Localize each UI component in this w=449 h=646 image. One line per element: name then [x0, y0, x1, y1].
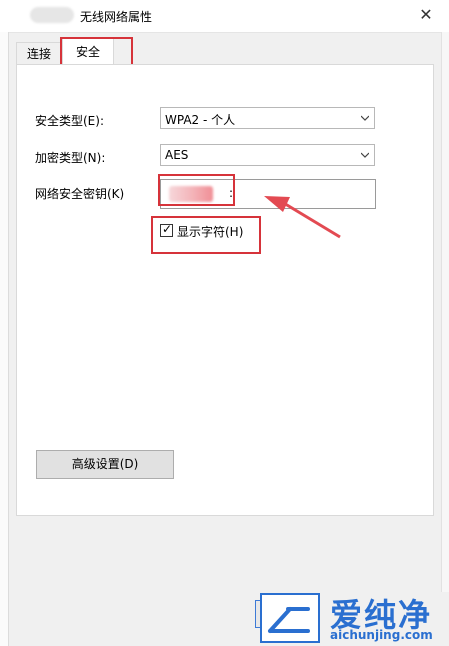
brand-logo [260, 593, 320, 643]
advanced-settings-button[interactable]: 高级设置(D) [36, 450, 174, 479]
arrow-annotation [264, 196, 341, 239]
brand-logo-icon [268, 607, 310, 633]
brand-url: aichunjing.com [330, 628, 433, 642]
